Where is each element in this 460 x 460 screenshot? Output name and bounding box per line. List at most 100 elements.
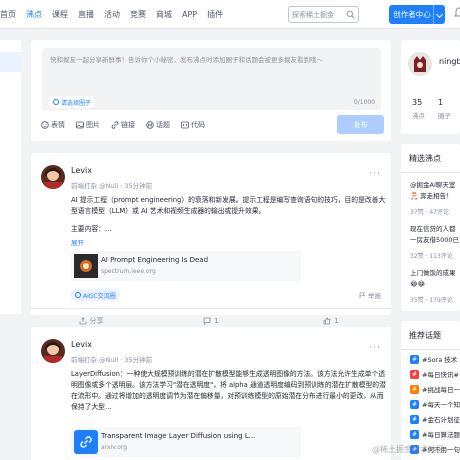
pins-stat[interactable]: 35 沸点 bbox=[412, 98, 425, 120]
link-preview[interactable]: Transparent Image Layer Diffusion using … bbox=[71, 427, 301, 457]
nav-pins[interactable]: 沸点 bbox=[26, 0, 42, 29]
topic-item[interactable]: # #Sora 技术 bbox=[410, 354, 457, 364]
link-thumbnail bbox=[74, 254, 98, 278]
char-counter: 0/1000 bbox=[353, 99, 375, 106]
code-tool-label: 代码 bbox=[191, 121, 205, 129]
featured-item[interactable]: 上门做饭的成果 😂😂 bbox=[410, 268, 460, 290]
featured-item-text-2: 😂😂 bbox=[410, 280, 426, 288]
post-meta: 前端打杂 @Null · 35分钟前 bbox=[71, 182, 153, 190]
featured-item-meta: 37赞 · 47评论 bbox=[410, 209, 449, 216]
report-button[interactable]: 举报 bbox=[359, 290, 381, 300]
search-input[interactable] bbox=[292, 9, 347, 21]
topic-item[interactable]: # #每天一个知 bbox=[410, 399, 460, 409]
publish-button[interactable]: 发布 bbox=[337, 115, 384, 134]
image-icon bbox=[76, 121, 84, 129]
emoji-tool[interactable]: 表情 bbox=[41, 120, 65, 130]
topics-title: 推荐话题 bbox=[409, 331, 441, 340]
hashtag-icon: # bbox=[410, 354, 419, 364]
hashtag-icon: # bbox=[410, 429, 419, 439]
link-url: spectrum.ieee.org bbox=[101, 268, 156, 275]
topic-label: #金石计划征文 bbox=[422, 416, 460, 424]
circle-icon bbox=[75, 292, 81, 298]
select-circle-label: 请选择圈子 bbox=[61, 99, 92, 107]
topic-label: #Sora 技术 bbox=[422, 356, 458, 364]
link-tool[interactable]: 链接 bbox=[111, 120, 135, 130]
pin-card: Levix 前端打杂 @Null · 35分钟前 ··· LayerDiffus… bbox=[31, 327, 391, 460]
topic-label: #每日快讯# bbox=[422, 371, 459, 379]
featured-item-text-2: 🎅 奔走相告！ bbox=[410, 192, 453, 200]
search-icon[interactable] bbox=[346, 10, 355, 19]
topic-item[interactable]: ##金石计划征文 bbox=[410, 414, 460, 424]
creator-center-button[interactable]: 创作者中心 bbox=[389, 5, 445, 24]
search-box[interactable] bbox=[288, 6, 359, 23]
hashtag-icon: # bbox=[410, 384, 419, 394]
post-content: AI 提示工程（prompt engineering）的衰落和新发展。提示工程是… bbox=[71, 196, 386, 215]
more-icon[interactable]: ··· bbox=[369, 343, 381, 353]
nav-app[interactable]: APP bbox=[182, 0, 197, 29]
topic-item[interactable]: # #每日算法题 bbox=[410, 429, 460, 439]
author-name[interactable]: Levix bbox=[71, 166, 92, 175]
sidebar-active-item[interactable] bbox=[0, 52, 21, 72]
link-preview[interactable]: AI Prompt Engineering Is Dead spectrum.i… bbox=[71, 251, 301, 281]
topic-chip-label: AIGC交流圈 bbox=[83, 292, 116, 300]
nav-plugins[interactable]: 插件 bbox=[207, 0, 223, 29]
featured-item[interactable]: @掘金AI聊天室 🎅 奔走相告！ bbox=[410, 180, 460, 202]
pins-label: 沸点 bbox=[412, 112, 425, 120]
topic-item[interactable]: # #挑战每日一 bbox=[410, 384, 460, 394]
topic-item[interactable]: # #每日快讯# bbox=[410, 369, 459, 379]
topic-chip[interactable]: AIGC交流圈 bbox=[71, 289, 120, 301]
featured-item[interactable]: 现在信贷的人都 一房友借5000已 bbox=[410, 224, 460, 246]
featured-item-meta: 32赞 · 113评论 bbox=[410, 253, 453, 260]
topic-icon bbox=[146, 121, 154, 129]
link-icon bbox=[74, 430, 98, 454]
featured-title: 精选沸点 bbox=[409, 154, 441, 163]
nav-mall[interactable]: 商城 bbox=[156, 0, 172, 29]
author-avatar[interactable] bbox=[41, 165, 65, 189]
bell-icon[interactable] bbox=[454, 7, 460, 19]
hashtag-icon: # bbox=[410, 369, 419, 379]
topic-label: #每天一个知 bbox=[422, 401, 460, 409]
left-sidebar bbox=[0, 40, 21, 314]
divider bbox=[401, 172, 460, 173]
more-icon[interactable]: ··· bbox=[369, 169, 381, 179]
compose-textarea[interactable]: 快和掘友一起分享新鲜事！告诉你个小秘密，发布沸点时添加圈子和话题会被更多掘友看到… bbox=[42, 48, 381, 110]
creator-center-label: 创作者中心 bbox=[393, 10, 431, 19]
top-header: 首页 沸点 课程 直播 活动 竞赛 商城 APP 插件 创作者中心 bbox=[0, 0, 460, 29]
select-circle-button[interactable]: 请选择圈子 bbox=[48, 96, 97, 108]
author-avatar[interactable] bbox=[41, 339, 65, 363]
user-avatar[interactable] bbox=[408, 52, 432, 76]
topic-tool[interactable]: 话题 bbox=[146, 120, 170, 130]
circles-stat[interactable]: 1 圈子 bbox=[438, 98, 451, 120]
link-url: arxiv.org bbox=[101, 444, 128, 451]
expand-link[interactable]: 展开 bbox=[71, 237, 84, 247]
featured-item-text: 上门做饭的成果 bbox=[410, 269, 456, 277]
hashtag-icon: # bbox=[410, 399, 419, 409]
link-icon bbox=[111, 121, 119, 129]
profile-card: ningbo 35 沸点 1 圈子 bbox=[401, 40, 460, 134]
featured-item-text: @掘金AI聊天室 bbox=[410, 181, 456, 189]
nav-events[interactable]: 活动 bbox=[104, 0, 120, 29]
topic-label: #挑战每日一 bbox=[422, 386, 460, 394]
topic-label: #每日算法题 bbox=[422, 431, 460, 439]
image-tool[interactable]: 图片 bbox=[76, 120, 100, 130]
thumbs-up-icon bbox=[323, 317, 331, 324]
nav-home[interactable]: 首页 bbox=[0, 0, 16, 29]
comment-icon bbox=[203, 317, 211, 325]
user-name[interactable]: ningbo bbox=[439, 57, 460, 66]
nav-courses[interactable]: 课程 bbox=[52, 0, 68, 29]
circles-count: 1 bbox=[438, 98, 444, 107]
nav-live[interactable]: 直播 bbox=[78, 0, 94, 29]
watermark: @稀土掘金技术社区 bbox=[372, 445, 444, 454]
post-content: LayerDiffusion：一种使大规模预训练的潜在扩散模型能够生成透明图像的… bbox=[71, 370, 386, 411]
author-name[interactable]: Levix bbox=[71, 340, 92, 349]
circle-icon bbox=[53, 99, 59, 105]
report-label: 举报 bbox=[368, 292, 381, 300]
circles-label: 圈子 bbox=[438, 112, 451, 120]
share-icon bbox=[79, 316, 86, 324]
post-meta: 前端打杂 @Null · 35分钟前 bbox=[71, 356, 153, 364]
code-tool[interactable]: 代码 bbox=[181, 120, 205, 130]
chevron-down-icon[interactable] bbox=[435, 10, 444, 19]
featured-item-text-2: 一房友借5000已 bbox=[410, 236, 460, 244]
recommended-topics-panel: 推荐话题 # #Sora 技术 # #每日快讯# # #挑战每日一 # #每天一个知 #… bbox=[401, 321, 460, 460]
nav-contests[interactable]: 竞赛 bbox=[130, 0, 146, 29]
